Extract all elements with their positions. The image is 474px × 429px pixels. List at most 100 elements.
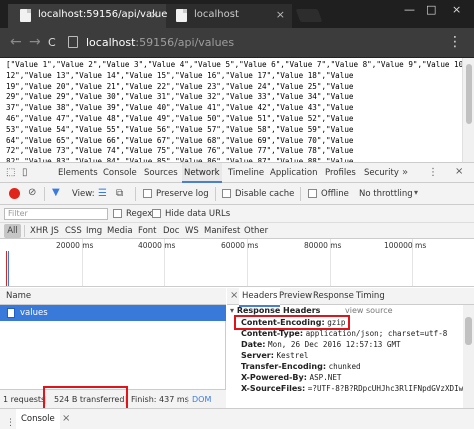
network-toolbar: ⊘ ▼ View: ☰ ⧉ Preserve log Disable cache… (0, 183, 474, 205)
maximize-icon[interactable]: □ (426, 3, 436, 16)
detail-tab-preview[interactable]: Preview (279, 288, 312, 305)
large-rows-icon[interactable]: ☰ (98, 188, 107, 199)
header-server: Server: Kestrel (241, 351, 308, 362)
detail-tab-timing[interactable]: Timing (356, 288, 385, 305)
throttling-select[interactable]: No throttling (359, 183, 413, 205)
scrollbar-thumb[interactable] (466, 64, 472, 124)
json-line: 37","Value 38","Value 39","Value 40","Va… (6, 103, 354, 113)
address-bar[interactable]: localhost:59156/api/values (62, 33, 445, 53)
hide-data-urls-checkbox[interactable] (152, 209, 161, 218)
page-scrollbar[interactable] (462, 58, 474, 162)
browser-tab-active[interactable]: localhost:59156/api/value × (8, 4, 167, 28)
page-icon (176, 9, 187, 22)
detail-tab-response[interactable]: Response (313, 288, 354, 305)
document-icon (7, 308, 15, 318)
header-key: X-Powered-By: (241, 373, 307, 382)
minimize-icon[interactable]: — (404, 3, 415, 16)
drawer-menu-icon[interactable]: ⋮ (6, 413, 15, 429)
type-filter-font[interactable]: Font (138, 223, 157, 239)
type-filter-img[interactable]: Img (86, 223, 102, 239)
devtools-tab-console[interactable]: Console (103, 163, 137, 183)
header-content-type: Content-Type: application/json; charset=… (241, 329, 447, 340)
overview-icon[interactable]: ⧉ (116, 188, 123, 199)
preserve-log-label: Preserve log (156, 189, 209, 199)
filter-input[interactable]: Filter (4, 208, 108, 220)
request-row[interactable]: values (0, 305, 226, 321)
page-content: ["Value 1","Value 2","Value 3","Value 4"… (0, 58, 474, 162)
inspect-element-icon[interactable]: ⬚ (6, 167, 15, 178)
name-column-header[interactable]: Name (0, 288, 226, 305)
devtools-tab-elements[interactable]: Elements (58, 163, 98, 183)
devtools-tab-sources[interactable]: Sources (144, 163, 178, 183)
detail-tab-bar: × Headers Preview Response Timing (227, 288, 474, 307)
record-icon[interactable] (9, 188, 20, 199)
offline-checkbox[interactable] (308, 189, 317, 198)
page-info-icon[interactable] (68, 36, 78, 48)
back-icon[interactable]: ← (10, 34, 22, 50)
timeline-label: 40000 ms (138, 241, 176, 250)
type-filter-doc[interactable]: Doc (163, 223, 179, 239)
forward-icon[interactable]: → (29, 34, 41, 50)
separator (300, 187, 301, 201)
close-window-icon[interactable]: × (452, 3, 461, 16)
address-host: localhost (86, 36, 136, 49)
new-tab-button[interactable] (295, 9, 323, 22)
close-tab-icon[interactable]: × (150, 4, 159, 26)
reload-icon[interactable]: C (48, 36, 56, 49)
drawer-tab-console[interactable]: Console (16, 409, 60, 429)
transferred-highlight-box (43, 386, 128, 410)
devtools-tab-timeline[interactable]: Timeline (228, 163, 264, 183)
type-filter-xhr[interactable]: XHR (30, 223, 48, 239)
header-value: application/json; charset=utf-8 (305, 329, 448, 338)
more-tabs-icon[interactable]: » (402, 167, 408, 178)
response-headers-section: ▾ Response Headers view source Content-E… (227, 305, 463, 408)
scrollbar-thumb[interactable] (465, 317, 472, 345)
resource-type-filters: All XHR JS CSS Img Media Font Doc WS Man… (0, 223, 474, 239)
view-label: View: (72, 189, 95, 199)
console-drawer: ⋮ Console × (0, 408, 474, 429)
json-response-body: ["Value 1","Value 2","Value 3","Value 4"… (6, 60, 474, 162)
type-filter-all[interactable]: All (4, 224, 21, 238)
devtools-tab-application[interactable]: Application (270, 163, 318, 183)
type-filter-css[interactable]: CSS (65, 223, 82, 239)
browser-menu-icon[interactable]: ⋮ (448, 34, 462, 50)
network-details-area: Name values 1 requests | 524 B transferr… (0, 288, 474, 429)
finish-time: Finish: 437 ms (131, 395, 189, 404)
close-detail-icon[interactable]: × (230, 290, 238, 301)
offline-label: Offline (321, 189, 349, 199)
network-overview[interactable]: 20000 ms 40000 ms 60000 ms 80000 ms 1000… (0, 239, 474, 287)
devtools-tab-profiles[interactable]: Profiles (325, 163, 356, 183)
json-line: 53","Value 54","Value 55","Value 56","Va… (6, 124, 354, 134)
header-value: chunked (328, 362, 361, 371)
view-source-link[interactable]: view source (345, 305, 393, 317)
dom-content-loaded-time: DOM (192, 395, 212, 404)
filter-icon[interactable]: ▼ (52, 187, 60, 198)
caret-down-icon: ▾ (230, 306, 237, 315)
timeline-label: 20000 ms (56, 241, 94, 250)
devtools-tab-bar: ⬚ ▯ Elements Console Sources Network Tim… (0, 163, 474, 183)
devtools-menu-icon[interactable]: ⋮ (428, 167, 438, 178)
type-filter-media[interactable]: Media (107, 223, 133, 239)
close-devtools-icon[interactable]: × (455, 166, 463, 177)
devtools-tab-network[interactable]: Network (182, 163, 222, 183)
preserve-log-checkbox[interactable] (143, 189, 152, 198)
response-headers-title: Response Headers (236, 306, 321, 315)
detail-scrollbar[interactable] (463, 305, 474, 408)
header-key: Content-Type: (241, 329, 304, 338)
devtools-panel: ⬚ ▯ Elements Console Sources Network Tim… (0, 162, 474, 429)
type-filter-other[interactable]: Other (244, 223, 268, 239)
type-filter-manifest[interactable]: Manifest (204, 223, 240, 239)
type-filter-js[interactable]: JS (51, 223, 59, 239)
close-drawer-icon[interactable]: × (62, 409, 70, 429)
close-tab-icon[interactable]: × (276, 4, 285, 26)
devtools-tab-security[interactable]: Security (364, 163, 399, 183)
header-x-sourcefiles: X-SourceFiles: =?UTF-8?B?RDpcUHJhc3RlIFN… (241, 384, 463, 395)
request-name: values (20, 308, 48, 318)
device-toggle-icon[interactable]: ▯ (22, 167, 28, 178)
type-filter-ws[interactable]: WS (185, 223, 199, 239)
regex-checkbox[interactable] (113, 209, 122, 218)
browser-tab-inactive[interactable]: localhost × (164, 4, 292, 28)
header-key: Transfer-Encoding: (241, 362, 327, 371)
disable-cache-checkbox[interactable] (222, 189, 231, 198)
clear-icon[interactable]: ⊘ (28, 187, 36, 198)
